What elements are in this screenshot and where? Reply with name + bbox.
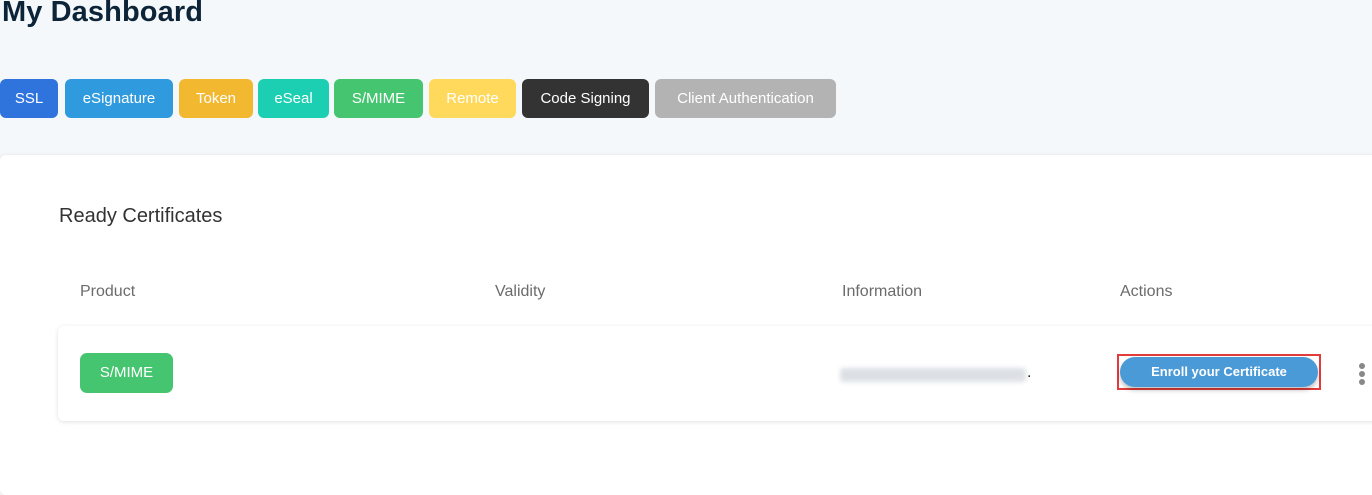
filter-client-authentication[interactable]: Client Authentication	[655, 79, 836, 118]
column-header-actions: Actions	[1120, 283, 1173, 300]
information-suffix: .	[1027, 364, 1032, 381]
filter-eseal[interactable]: eSeal	[258, 79, 329, 118]
column-header-validity: Validity	[495, 283, 546, 300]
column-header-product: Product	[80, 283, 136, 300]
filter-esignature[interactable]: eSignature	[65, 79, 173, 118]
table-row: S/MIME . Enroll your Certificate	[58, 326, 1372, 421]
section-title: Ready Certificates	[59, 205, 223, 227]
column-header-information: Information	[842, 283, 923, 300]
filter-remote[interactable]: Remote	[429, 79, 516, 118]
filter-smime[interactable]: S/MIME	[334, 79, 423, 118]
filter-token[interactable]: Token	[179, 79, 253, 118]
kebab-menu-icon[interactable]	[1356, 363, 1368, 385]
page-title: My Dashboard	[2, 0, 204, 28]
redacted-information	[840, 368, 1026, 382]
enroll-certificate-button[interactable]: Enroll your Certificate	[1120, 357, 1318, 387]
product-badge: S/MIME	[80, 353, 173, 393]
filter-ssl[interactable]: SSL	[0, 79, 58, 118]
filter-code-signing[interactable]: Code Signing	[522, 79, 649, 118]
